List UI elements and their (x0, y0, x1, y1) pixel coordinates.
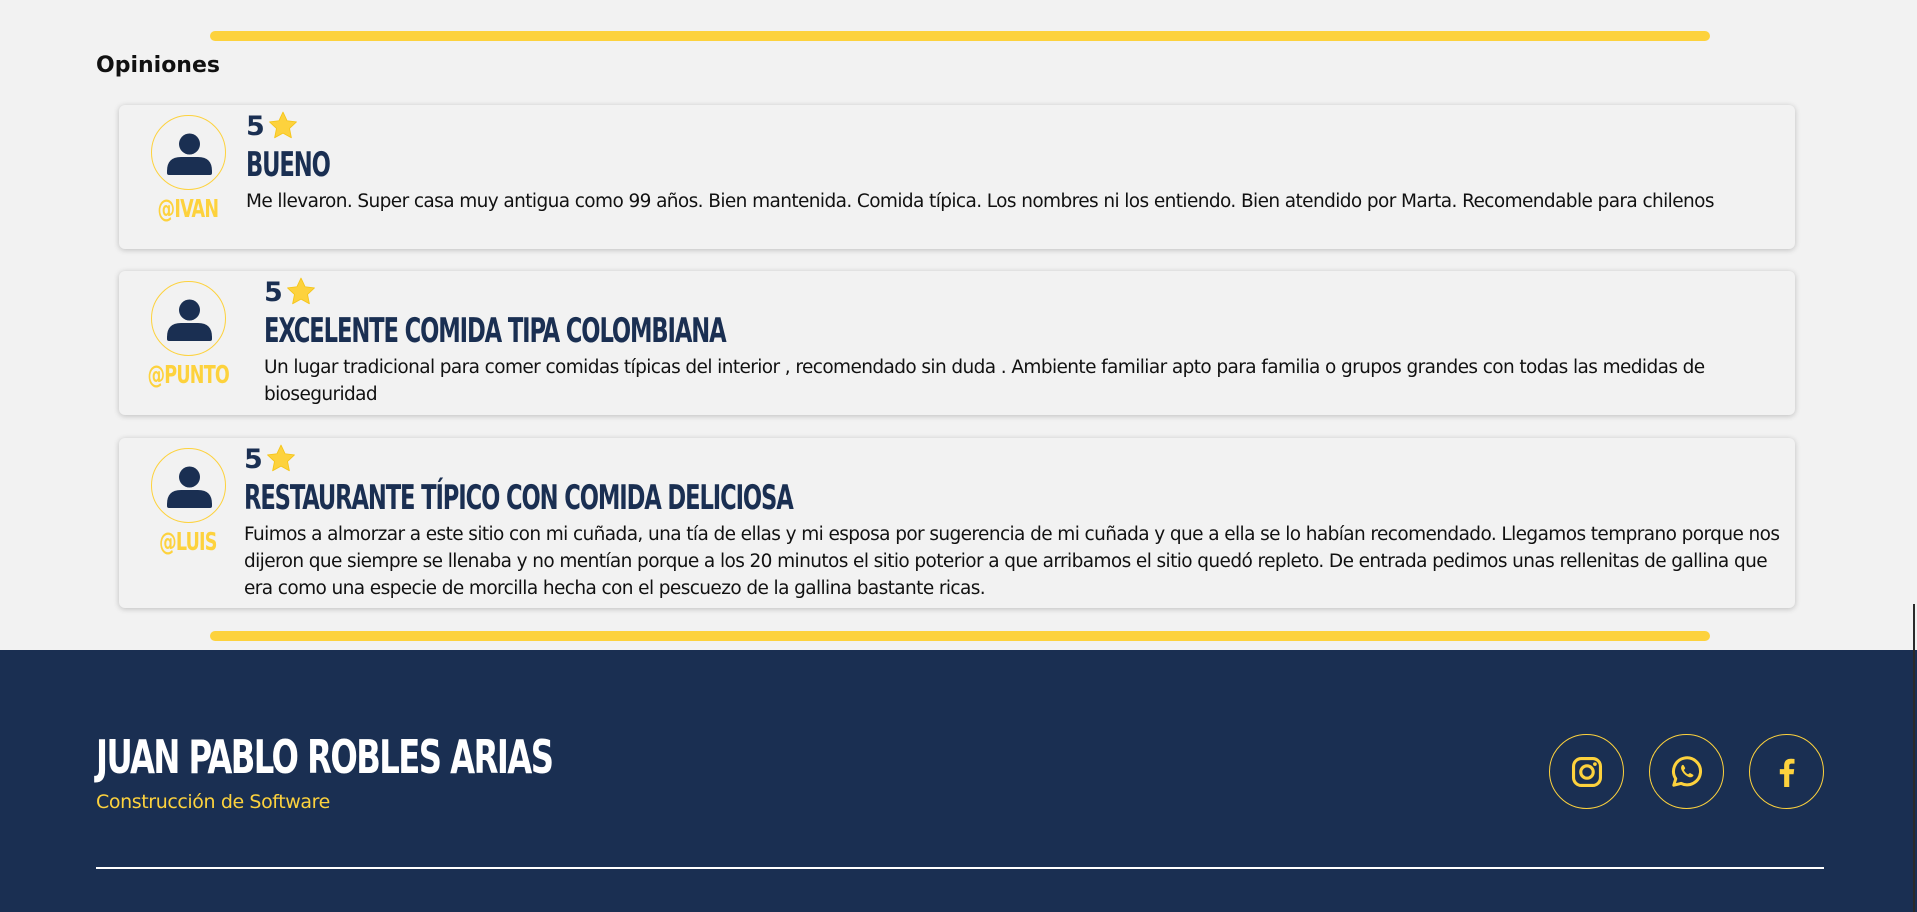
footer-divider (96, 867, 1824, 869)
review-content: 5 BUENO Me llevaron. Super casa muy anti… (246, 109, 1766, 215)
review-author: @PUNTO (143, 281, 233, 389)
star-icon (268, 111, 297, 139)
whatsapp-button[interactable] (1649, 734, 1724, 809)
review-rating: 5 (264, 275, 1772, 309)
avatar (150, 448, 226, 523)
review-content: 5 EXCELENTE COMIDA TIPA COLOMBIANA Un lu… (264, 275, 1772, 408)
rating-value: 5 (244, 443, 263, 475)
site-footer: JUAN PABLO ROBLES ARIAS Construcción de … (0, 650, 1917, 912)
review-card: @PUNTO 5 EXCELENTE COMIDA TIPA COLOMBIAN… (119, 271, 1795, 415)
user-icon (166, 133, 212, 175)
review-text: Me llevaron. Super casa muy antigua como… (246, 191, 1714, 212)
review-card: @IVAN 5 BUENO Me llevaron. Super casa mu… (119, 105, 1795, 249)
star-icon (266, 444, 295, 472)
rating-value: 5 (264, 276, 283, 308)
review-handle: @LUIS (159, 527, 217, 556)
review-title: BUENO (246, 145, 331, 185)
user-icon (166, 466, 212, 508)
review-rating: 5 (244, 442, 1784, 476)
instagram-button[interactable] (1549, 734, 1624, 809)
review-rating: 5 (246, 109, 1766, 143)
facebook-icon (1779, 758, 1794, 787)
avatar (150, 281, 226, 356)
footer-name: JUAN PABLO ROBLES ARIAS (96, 730, 554, 784)
section-title: Opiniones (96, 53, 220, 78)
review-card: @LUIS 5 RESTAURANTE TÍPICO CON COMIDA DE… (119, 438, 1795, 608)
avatar (150, 115, 226, 190)
top-divider-bar (210, 31, 1710, 41)
footer-subtitle: Construcción de Software (96, 791, 330, 813)
rating-value: 5 (246, 110, 265, 142)
review-content: 5 RESTAURANTE TÍPICO CON COMIDA DELICIOS… (244, 442, 1784, 602)
bottom-divider-bar (210, 631, 1710, 641)
review-handle: @IVAN (157, 194, 219, 223)
review-author: @IVAN (143, 115, 233, 223)
instagram-icon (1571, 756, 1602, 787)
scrollbar[interactable] (1913, 604, 1915, 912)
star-icon (286, 277, 315, 305)
facebook-button[interactable] (1749, 734, 1824, 809)
review-handle: @PUNTO (147, 360, 229, 389)
review-text: Fuimos a almorzar a este sitio con mi cu… (244, 524, 1780, 599)
review-text: Un lugar tradicional para comer comidas … (264, 357, 1705, 405)
review-title: EXCELENTE COMIDA TIPA COLOMBIANA (264, 311, 727, 351)
user-icon (166, 299, 212, 341)
review-author: @LUIS (143, 448, 233, 556)
review-title: RESTAURANTE TÍPICO CON COMIDA DELICIOSA (244, 478, 794, 518)
whatsapp-icon (1671, 755, 1702, 787)
